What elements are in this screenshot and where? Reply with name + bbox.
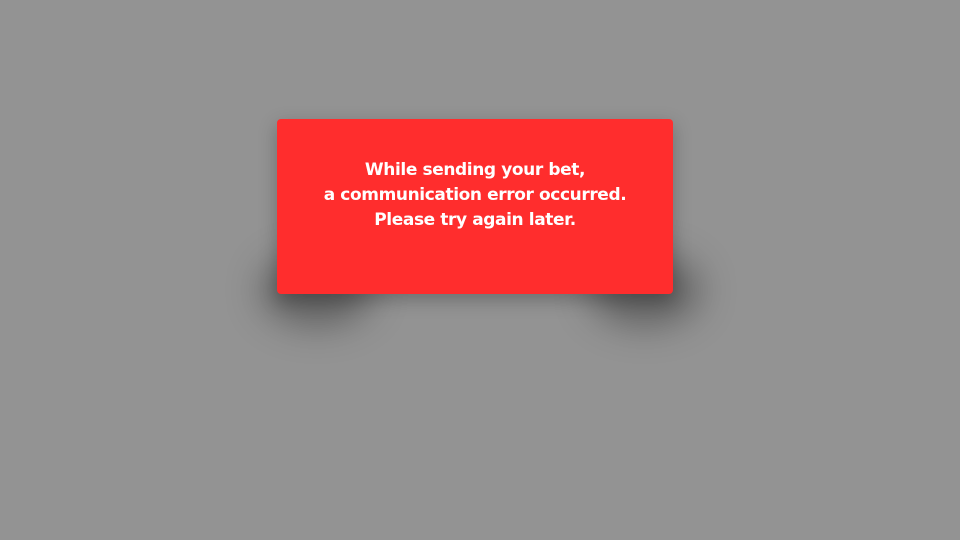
error-message-line-2: a communication error occurred. [323,185,627,205]
error-message: While sending your bet, a communication … [324,158,627,233]
error-message-line-1: While sending your bet, [364,160,586,180]
error-message-line-3: Please try again later. [374,210,576,230]
error-dialog[interactable]: While sending your bet, a communication … [277,119,673,294]
